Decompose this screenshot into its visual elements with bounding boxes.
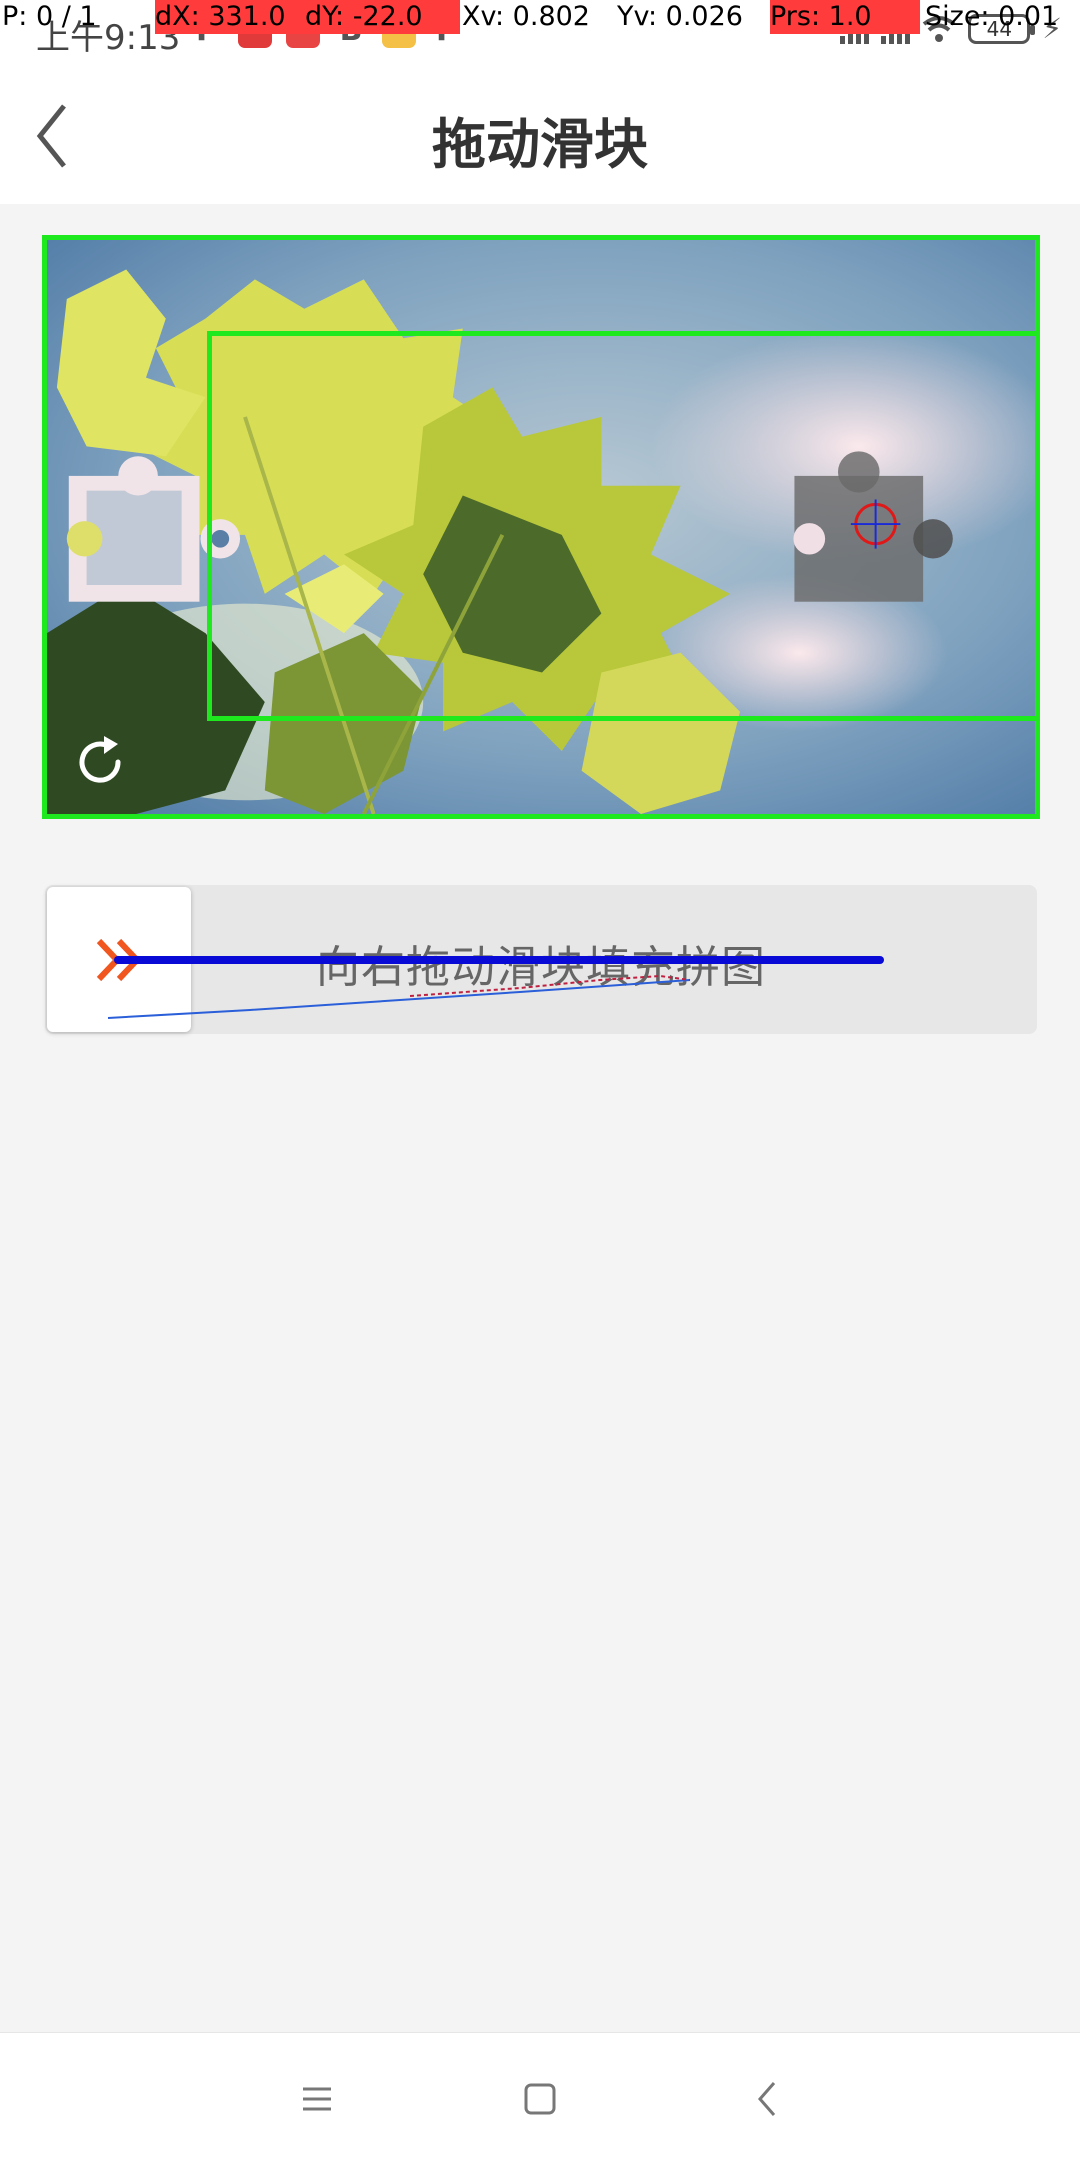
back-icon[interactable] xyxy=(740,2071,796,2127)
slider-track: 向右拖动滑块填充拼图 xyxy=(45,885,1037,1034)
app-header: 拖动滑块 xyxy=(0,66,1080,204)
overlay-pointer: P: 0 / 1 xyxy=(2,1,97,32)
overlay-dx: dX: 331.0 xyxy=(155,0,305,34)
double-chevron-right-icon xyxy=(96,938,142,982)
menu-icon[interactable] xyxy=(289,2071,345,2127)
system-nav-bar xyxy=(0,2032,1080,2161)
slider-knob[interactable] xyxy=(47,887,191,1032)
slider-hint: 向右拖动滑块填充拼图 xyxy=(316,942,766,993)
refresh-icon[interactable] xyxy=(68,730,132,794)
overlay-prs: Prs: 1.0 xyxy=(770,0,920,34)
overlay-dy: dY: -22.0 xyxy=(305,0,460,34)
home-square-icon[interactable] xyxy=(512,2071,568,2127)
overlay-size: Size: 0.01 xyxy=(925,1,1059,32)
page-title: 拖动滑块 xyxy=(432,113,648,176)
detection-box xyxy=(207,331,1040,721)
overlay-xv: Xv: 0.802 xyxy=(462,1,590,32)
pointer-location-overlay: P: 0 / 1 dX: 331.0 dY: -22.0 Xv: 0.802 Y… xyxy=(0,0,1080,34)
overlay-yv: Yv: 0.026 xyxy=(617,1,743,32)
